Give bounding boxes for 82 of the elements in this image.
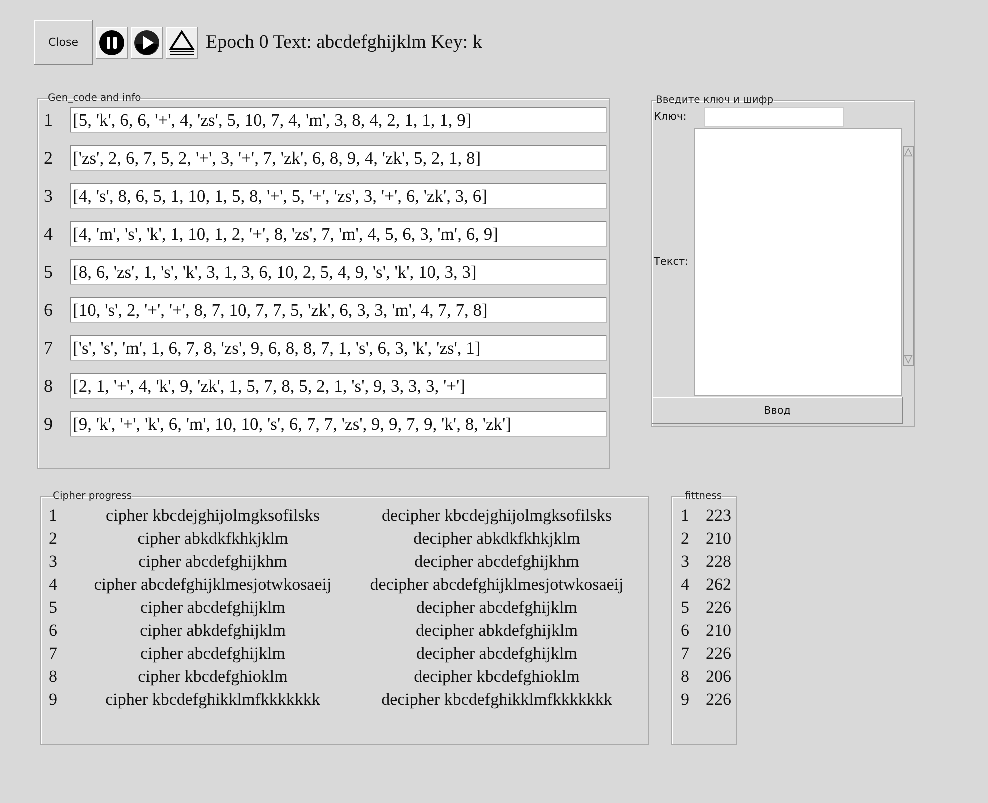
frame-title: Gen_code and info [48,93,142,104]
row-number: 4 [49,574,58,594]
row-number: 9 [49,690,58,710]
frame-title: Введите ключ и шифр [656,95,774,106]
row-number: 1 [49,506,58,526]
scrollbar[interactable] [903,146,914,366]
row-number: 3 [44,186,54,206]
row-number: 6 [681,620,690,640]
row-number: 1 [44,110,54,130]
fitness-value: 226 [706,644,732,664]
decipher-text: decipher kbcdefghikklmfkkkkkkk [380,690,614,710]
status-text: Epoch 0 Text: abcdefghijklm Key: k [206,32,482,54]
code-field[interactable]: ['s', 's', 'm', 1, 6, 7, 8, 'zs', 9, 6, 8, 8, 7, 1, 's', 6, 3, 'k', 'zs', 1] [70,335,607,361]
key-field[interactable] [704,107,844,127]
code-field[interactable]: [2, 1, '+', 4, 'k', 9, 'zk', 1, 5, 7, 8, 5, 2, 1, 's', 9, 3, 3, 3, '+'] [70,373,607,399]
code-field[interactable]: [9, 'k', '+', 'k', 6, 'm', 10, 10, 's', 6, 7, 7, 'zs', 9, 9, 7, 9, 'k', 8, 'zk'] [70,411,607,437]
cipher-text: cipher abcdefghijklmesjotwkosaeij [93,574,333,594]
eject-button[interactable] [166,26,198,58]
frame-title: Cipher progress [53,491,132,502]
text-label: Текст: [653,256,690,268]
cipher-text: cipher abkdkfkhkjklm [136,528,290,548]
row-number: 2 [49,528,58,548]
row-number: 7 [681,644,690,664]
code-field[interactable]: [5, 'k', 6, 6, '+', 4, 'zs', 5, 10, 7, 4, 'm', 3, 8, 4, 2, 1, 1, 1, 9] [70,107,607,133]
cipher-text: cipher abcdefghijklm [140,598,286,618]
decipher-text: decipher abkdefghijklm [415,620,579,640]
row-number: 4 [681,574,690,594]
cipher-text: cipher kbcdefghioklm [137,666,289,686]
play-button[interactable] [131,26,163,58]
cipher-text: cipher kbcdejghijolmgksofilsks [105,506,321,526]
row-number: 6 [49,620,58,640]
row-number: 5 [44,262,54,282]
row-number: 3 [681,552,690,572]
row-number: 5 [681,598,690,618]
decipher-text: decipher abcdefghijklm [416,644,578,664]
scroll-up-icon[interactable] [904,147,913,158]
row-number: 4 [44,224,54,244]
decipher-text: decipher kbcdefghioklm [413,666,581,686]
row-number: 7 [49,644,58,664]
code-field[interactable]: [4, 's', 8, 6, 5, 1, 10, 1, 5, 8, '+', 5, '+', 'zs', 3, '+', 6, 'zk', 3, 6] [70,183,607,209]
row-number: 9 [44,414,54,434]
decipher-text: decipher abcdefghijklmesjotwkosaeij [369,574,625,594]
pause-button[interactable] [96,26,128,58]
decipher-text: decipher abcdefghijkhm [414,552,580,572]
decipher-text: decipher abcdefghijklm [416,598,578,618]
frame-title: fittness [685,491,722,502]
row-number: 6 [44,300,54,320]
scroll-down-icon[interactable] [904,354,913,365]
decipher-text: decipher abkdkfkhkjklm [412,528,582,548]
fitness-value: 262 [706,574,732,594]
row-number: 9 [681,690,690,710]
row-number: 2 [681,528,690,548]
cipher-text: cipher abcdefghijklm [140,644,286,664]
fitness-value: 210 [706,620,732,640]
fitness-value: 223 [706,506,732,526]
code-field[interactable]: ['zs', 2, 6, 7, 5, 2, '+', 3, '+', 7, 'zk', 6, 8, 9, 4, 'zk', 5, 2, 1, 8] [70,145,607,171]
key-label: Ключ: [653,111,688,123]
row-number: 1 [681,506,690,526]
eject-icon [169,30,195,56]
cipher-text: cipher abcdefghijkhm [138,552,288,572]
fitness-value: 226 [706,690,732,710]
row-number: 5 [49,598,58,618]
cipher-text: cipher abkdefghijklm [139,620,287,640]
submit-button[interactable]: Ввод [652,397,903,424]
fitness-value: 206 [706,666,732,686]
decipher-text: decipher kbcdejghijolmgksofilsks [381,506,613,526]
row-number: 8 [49,666,58,686]
row-number: 3 [49,552,58,572]
cipher-text: cipher kbcdefghikklmfkkkkkkk [104,690,322,710]
row-number: 8 [681,666,690,686]
code-field[interactable]: [4, 'm', 's', 'k', 1, 10, 1, 2, '+', 8, 'zs', 7, 'm', 4, 5, 6, 3, 'm', 6, 9] [70,221,607,247]
fitness-value: 226 [706,598,732,618]
row-number: 7 [44,338,54,358]
close-button[interactable]: Close [34,20,93,65]
pause-icon [99,30,125,56]
code-field[interactable]: [10, 's', 2, '+', '+', 8, 7, 10, 7, 7, 5, 'zk', 6, 3, 3, 'm', 4, 7, 7, 8] [70,297,607,323]
play-icon [134,30,160,56]
fitness-value: 228 [706,552,732,572]
row-number: 8 [44,376,54,396]
row-number: 2 [44,148,54,168]
code-field[interactable]: [8, 6, 'zs', 1, 's', 'k', 3, 1, 3, 6, 10, 2, 5, 4, 9, 's', 'k', 10, 3, 3] [70,259,607,285]
fitness-value: 210 [706,528,732,548]
